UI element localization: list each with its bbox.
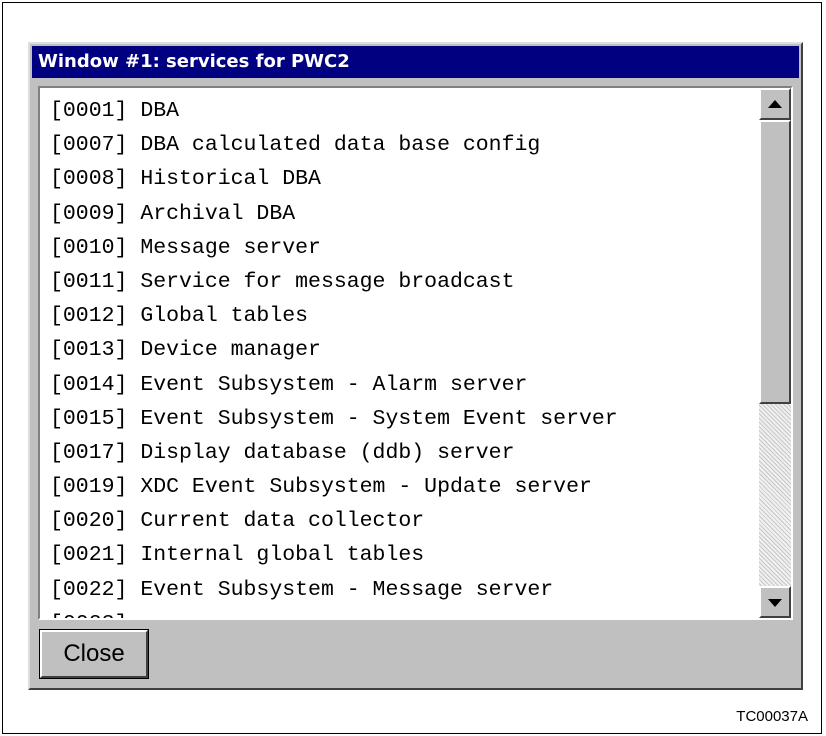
scroll-down-button[interactable] — [759, 586, 791, 618]
services-window: Window #1: services for PWC2 [0001] DBA … — [28, 42, 803, 690]
list-item[interactable]: [0021] Internal global tables — [50, 538, 618, 572]
list-item[interactable]: [0007] DBA calculated data base config — [50, 128, 618, 162]
list-item[interactable]: [0009] Archival DBA — [50, 197, 618, 231]
figure-id: TC00037A — [736, 708, 808, 725]
vertical-scrollbar[interactable] — [759, 88, 791, 618]
list-item[interactable]: [0008] Historical DBA — [50, 162, 618, 196]
services-listbox[interactable]: [0001] DBA [0007] DBA calculated data ba… — [38, 86, 793, 620]
list-item[interactable]: [0013] Device manager — [50, 333, 618, 367]
list-item[interactable]: [0020] Current data collector — [50, 504, 618, 538]
down-arrow-icon — [768, 599, 782, 607]
list-item[interactable]: [0012] Global tables — [50, 299, 618, 333]
window-title: Window #1: services for PWC2 — [32, 46, 799, 78]
up-arrow-icon — [768, 100, 782, 108]
list-item[interactable]: [0015] Event Subsystem - System Event se… — [50, 402, 618, 436]
list-item[interactable]: [0011] Service for message broadcast — [50, 265, 618, 299]
list-item[interactable]: [0001] DBA — [50, 94, 618, 128]
scrollbar-thumb[interactable] — [759, 120, 791, 404]
list-item[interactable]: [0010] Message server — [50, 231, 618, 265]
list-item[interactable]: [0022] Event Subsystem - Message server — [50, 573, 618, 607]
list-item[interactable]: [0017] Display database (ddb) server — [50, 436, 618, 470]
services-list: [0001] DBA [0007] DBA calculated data ba… — [50, 94, 618, 618]
scroll-up-button[interactable] — [759, 88, 791, 120]
close-button[interactable]: Close — [39, 629, 149, 679]
list-item[interactable]: [0019] XDC Event Subsystem - Update serv… — [50, 470, 618, 504]
list-item[interactable]: [0014] Event Subsystem - Alarm server — [50, 368, 618, 402]
list-item[interactable]: [0023] ... — [50, 607, 618, 618]
